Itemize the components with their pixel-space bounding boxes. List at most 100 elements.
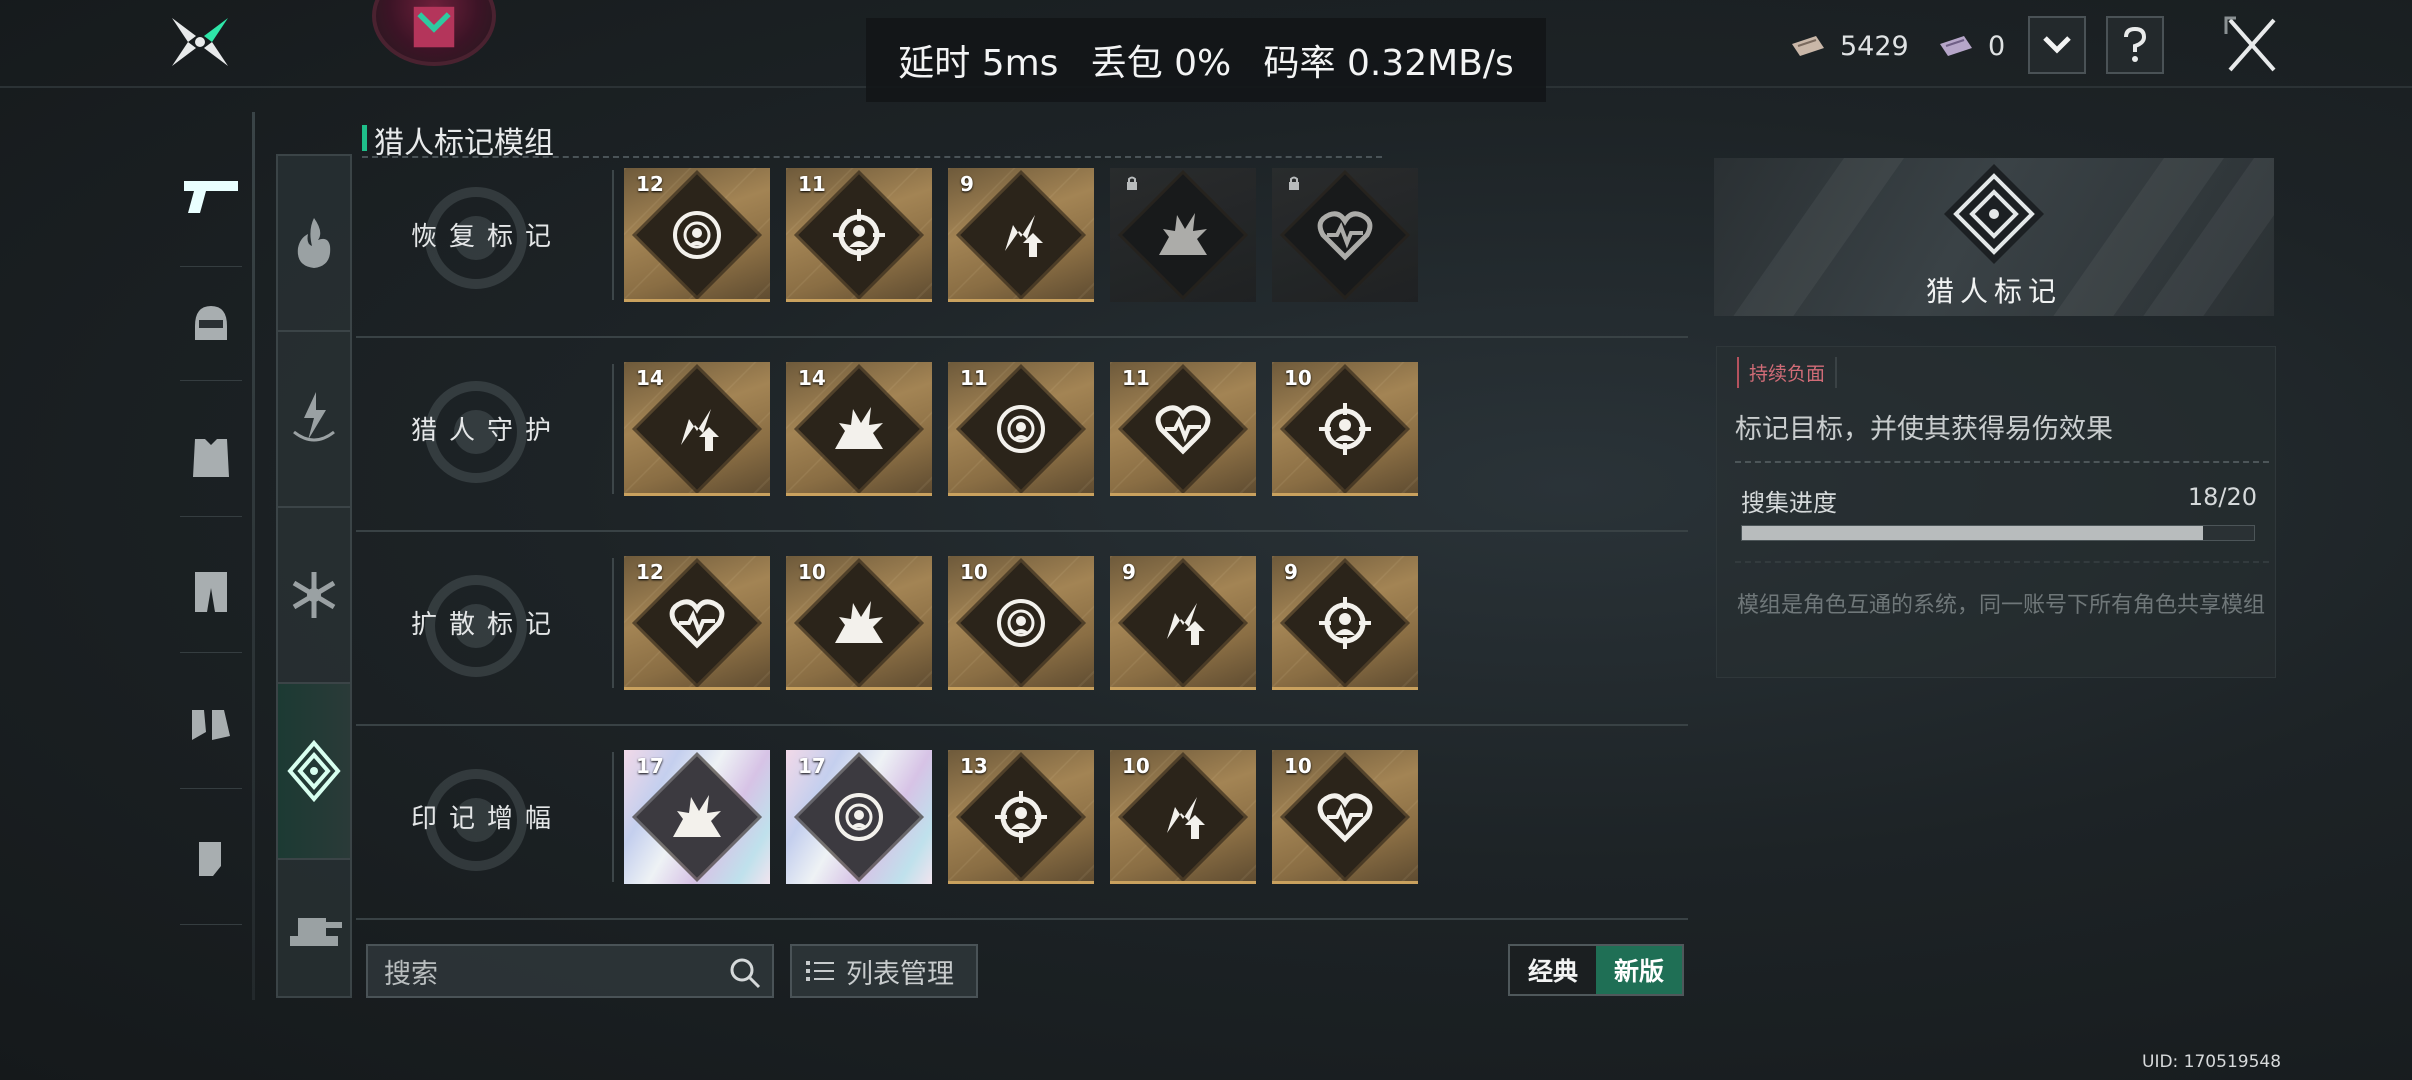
crosshair-person-icon	[993, 789, 1049, 845]
row-label: 恢复标记	[410, 222, 563, 252]
row-label: 扩散标记	[410, 610, 563, 640]
module-card[interactable]: 10	[786, 556, 932, 690]
module-level: 17	[798, 754, 826, 778]
heart-pulse-icon	[1317, 789, 1373, 845]
view-toggle: 经典 新版	[1508, 944, 1684, 996]
module-level: 10	[798, 560, 826, 584]
module-level: 10	[1284, 754, 1312, 778]
search-icon[interactable]	[728, 956, 762, 990]
module-level: 11	[1122, 366, 1150, 390]
chevron-down-icon	[2043, 36, 2071, 54]
player-avatar[interactable]	[372, 0, 496, 66]
dropdown-button[interactable]	[2028, 16, 2086, 74]
module-level: 9	[1122, 560, 1136, 584]
nav-item-pants[interactable]	[170, 532, 252, 652]
module-card[interactable]: 11	[948, 362, 1094, 496]
module-card[interactable]: 10	[1272, 750, 1418, 884]
target-icon	[993, 595, 1049, 651]
module-card[interactable]: 17	[786, 750, 932, 884]
currency-ticket[interactable]: 5429	[1790, 26, 1909, 66]
module-card[interactable]: 17	[624, 750, 770, 884]
nav-item-armor[interactable]	[170, 398, 252, 518]
armor-vest-icon	[193, 439, 229, 477]
lightning-up-icon	[1155, 595, 1211, 651]
module-card[interactable]: 14	[624, 362, 770, 496]
heart-pulse-icon	[1317, 207, 1373, 263]
lightning-up-icon	[669, 401, 725, 457]
module-card[interactable]: 9	[1272, 556, 1418, 690]
tab-turret[interactable]	[278, 860, 350, 996]
module-card[interactable]: 10	[1110, 750, 1256, 884]
module-card[interactable]	[1110, 168, 1256, 302]
module-card[interactable]: 14	[786, 362, 932, 496]
bitrate-text: 码率 0.32MB/s	[1263, 43, 1514, 84]
hunter-mark-icon	[287, 739, 341, 803]
ticket-icon	[1792, 36, 1824, 56]
snowflake-icon	[292, 572, 336, 618]
module-detail-panel: 持续负面 标记目标，并使其获得易伤效果 搜集进度 18/20 模组是角色互通的系…	[1716, 346, 2276, 678]
question-icon	[2124, 27, 2147, 62]
section-accent	[362, 125, 367, 151]
tab-lightning[interactable]	[278, 332, 350, 508]
crosshair-person-icon	[1317, 401, 1373, 457]
close-icon[interactable]	[2224, 14, 2280, 74]
module-level: 17	[636, 754, 664, 778]
nav-item-helmet[interactable]	[170, 264, 252, 384]
module-title: 猎人标记	[1925, 275, 2062, 308]
currency-ticket-purple[interactable]: 0	[1938, 26, 2005, 66]
latency-text: 延时 5ms	[898, 43, 1059, 84]
nav-item-weapon[interactable]	[170, 136, 252, 256]
game-logo-icon	[172, 18, 228, 66]
module-card[interactable]	[1272, 168, 1418, 302]
module-card[interactable]: 13	[948, 750, 1094, 884]
progress-value: 18/20	[2187, 483, 2257, 511]
pants-icon	[195, 572, 227, 612]
module-card[interactable]: 12	[624, 168, 770, 302]
list-manage-button[interactable]: 列表管理	[790, 944, 978, 998]
module-note: 模组是角色互通的系统，同一账号下所有角色共享模组	[1737, 593, 2266, 618]
module-level: 10	[1284, 366, 1312, 390]
module-card[interactable]: 9	[1110, 556, 1256, 690]
module-card[interactable]: 11	[786, 168, 932, 302]
heart-pulse-icon	[1155, 401, 1211, 457]
tab-ice[interactable]	[278, 508, 350, 684]
target-icon	[669, 207, 725, 263]
tab-hunter-mark[interactable]	[278, 684, 350, 860]
guild-emblem-icon	[413, 6, 455, 48]
nav-item-gloves[interactable]	[170, 798, 252, 918]
lightning-up-icon	[1155, 789, 1211, 845]
row-label: 印记增幅	[410, 804, 563, 834]
crosshair-person-icon	[831, 207, 887, 263]
boots-icon	[192, 710, 230, 740]
toggle-classic[interactable]: 经典	[1510, 946, 1596, 994]
progress-fill	[1742, 526, 2203, 540]
toggle-new[interactable]: 新版	[1596, 946, 1682, 994]
explosion-icon	[831, 401, 887, 457]
module-row: 恢复标记 12 11 9	[356, 158, 1688, 338]
row-label: 猎人守护	[410, 416, 563, 446]
uid-text: UID: 170519548	[2142, 1052, 2282, 1072]
effect-tag: 持续负面	[1737, 357, 1838, 388]
tab-fire[interactable]	[278, 156, 350, 332]
nav-item-boots[interactable]	[170, 666, 252, 786]
module-level: 9	[1284, 560, 1298, 584]
module-level: 10	[960, 560, 988, 584]
progress-label: 搜集进度	[1741, 489, 1837, 517]
search-input[interactable]: 搜索	[366, 944, 774, 998]
module-card[interactable]: 10	[948, 556, 1094, 690]
module-row: 扩散标记 12 10 10 9 9	[356, 546, 1688, 726]
module-level: 11	[960, 366, 988, 390]
help-button[interactable]	[2106, 16, 2164, 74]
module-card[interactable]: 11	[1110, 362, 1256, 496]
module-card[interactable]: 10	[1272, 362, 1418, 496]
lock-icon	[1127, 176, 1137, 190]
module-level: 14	[636, 366, 664, 390]
lightning-up-icon	[993, 207, 1049, 263]
progress-bar	[1741, 525, 2255, 541]
module-level: 12	[636, 560, 664, 584]
module-card[interactable]: 12	[624, 556, 770, 690]
equipment-nav	[160, 112, 260, 992]
lock-icon	[1289, 176, 1299, 190]
target-icon	[993, 401, 1049, 457]
module-card[interactable]: 9	[948, 168, 1094, 302]
